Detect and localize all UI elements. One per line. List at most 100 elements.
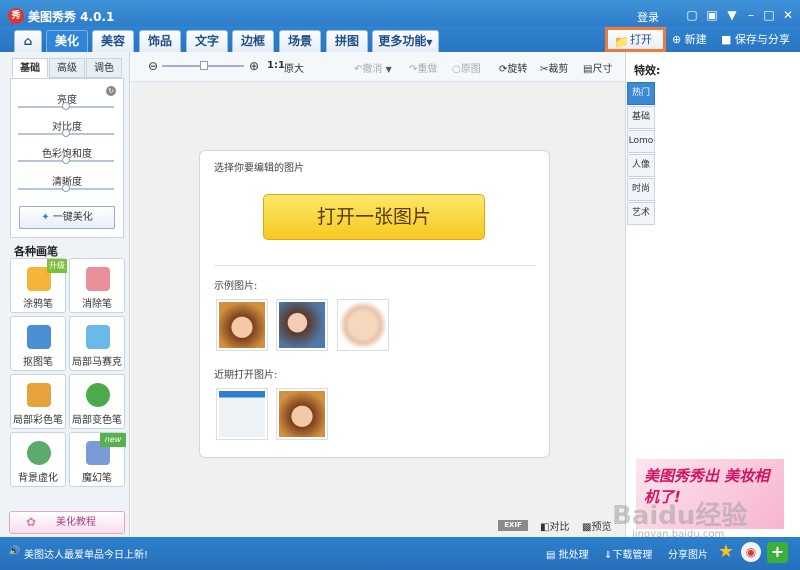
upgrade-badge: 升级 [47,259,67,273]
zoom-slider-knob[interactable] [200,61,208,70]
tab-scenes[interactable]: 场景 [279,30,321,52]
qzone-icon[interactable]: ★ [716,542,736,562]
add-icon[interactable]: + [767,542,788,563]
eraser-brush-button[interactable]: 消除笔 [69,258,125,313]
undo-dropdown-icon: ▼ [385,65,392,74]
resize-label: 尺寸 [592,64,613,75]
tutorial-label: 美化教程 [56,517,96,528]
effects-tab-basic[interactable]: 基础 [627,106,655,129]
original-label: 原图 [460,64,481,75]
crop-button[interactable]: ✂裁剪 [540,60,568,75]
tab-more-label: 更多功能 [378,34,427,48]
redo-button[interactable]: ↷重做 [409,60,437,75]
original-size-button[interactable]: 原大 [284,60,304,75]
color-brush-label: 局部彩色笔 [13,415,63,426]
save-share-button[interactable]: ■ 保存与分享 [721,31,790,49]
recent-image-1[interactable] [216,388,268,440]
exif-button[interactable]: EXIF [498,520,528,531]
sample-image-1[interactable] [216,299,268,351]
home-tab[interactable]: ⌂ [14,30,42,52]
open-image-button[interactable]: 打开一张图片 [263,194,485,240]
eraser-icon [86,267,110,291]
saturation-knob[interactable] [62,156,70,164]
rotate-button[interactable]: ⟳旋转 [499,60,527,75]
recolor-brush-button[interactable]: 局部变色笔 [69,374,125,429]
undo-button[interactable]: ↶撤消 ▼ [354,60,392,75]
news-ticker[interactable]: 美图达人最爱单品今日上新! [24,546,148,561]
effects-tab-art[interactable]: 艺术 [627,202,655,225]
close-icon[interactable]: ✕ [779,7,797,23]
tab-text[interactable]: 文字 [186,30,228,52]
sample-image-3[interactable] [337,299,389,351]
redo-label: 重做 [417,64,438,75]
blur-icon [27,441,51,465]
skin-icon[interactable]: ▣ [703,7,721,23]
preview-button[interactable]: ▩预览 [582,518,611,533]
batch-button[interactable]: ▤ 批处理 [546,546,589,561]
compare-button[interactable]: ◧对比 [540,518,569,533]
open-button[interactable]: 📁 打开 [605,27,666,52]
minimize-icon[interactable]: – [742,7,760,23]
folder-icon: 📁 [614,35,629,49]
brightness-knob[interactable] [62,102,70,110]
download-manager-button[interactable]: ⇓下载管理 [604,546,652,561]
tab-collage[interactable]: 拼图 [326,30,368,52]
sample-image-2[interactable] [276,299,328,351]
tab-frames[interactable]: 边框 [232,30,274,52]
preview-label: 预览 [591,522,612,533]
share-images-button[interactable]: 分享图片 [668,546,708,561]
effects-tab-portrait[interactable]: 人像 [627,154,655,177]
sample-images-title: 示例图片: [214,281,258,292]
card-divider [214,265,536,266]
save-share-label: 保存与分享 [734,33,790,46]
download-label: 下载管理 [612,550,653,561]
sharpness-knob[interactable] [62,184,70,192]
batch-label: 批处理 [558,550,589,561]
recolor-brush-label: 局部变色笔 [72,415,122,426]
color-brush-button[interactable]: 局部彩色笔 [10,374,66,429]
paintbrush-icon [27,383,51,407]
original-button[interactable]: ○原图 [452,60,481,75]
compare-label: 对比 [549,522,570,533]
effects-tab-hot[interactable]: 热门 [627,82,655,105]
tab-beauty[interactable]: 美容 [92,30,134,52]
login-link[interactable]: 登录 [637,9,659,25]
magic-brush-button[interactable]: new 魔幻笔 [69,432,126,487]
tab-beautify[interactable]: 美化 [46,30,88,52]
mosaic-brush-button[interactable]: 局部马赛克 [69,316,125,371]
undo-label: 撤消 [362,64,383,75]
recent-image-2[interactable] [276,388,328,440]
subtab-advanced[interactable]: 高级 [49,58,85,78]
maximize-icon[interactable]: □ [760,7,778,23]
tab-more[interactable]: 更多功能▼ [372,30,439,52]
new-button[interactable]: ⊕ 新建 [672,31,707,49]
cutout-brush-button[interactable]: 抠图笔 [10,316,66,371]
mosaic-brush-label: 局部马赛克 [72,357,122,368]
effects-tab-lomo[interactable]: Lomo [627,130,655,153]
subtab-basic[interactable]: 基础 [12,58,48,78]
cutout-pen-icon [27,325,51,349]
doodle-brush-button[interactable]: 升级 涂鸦笔 [10,258,67,313]
subtab-color[interactable]: 调色 [86,58,122,78]
zoom-in-icon[interactable]: ⊕ [249,59,259,73]
contrast-knob[interactable] [62,129,70,137]
open-button-label: 打开 [630,33,652,46]
recent-images-title: 近期打开图片: [214,370,278,381]
weibo-icon[interactable]: ◉ [741,542,761,562]
background-blur-button[interactable]: 背景虚化 [10,432,66,487]
eraser-brush-label: 消除笔 [82,299,112,310]
tab-accessories[interactable]: 饰品 [139,30,181,52]
plus-circle-icon: ⊕ [672,33,682,46]
effects-tab-fashion[interactable]: 时尚 [627,178,655,201]
zoom-out-icon[interactable]: ⊖ [148,59,158,73]
zoom-ratio[interactable]: 1:1 [267,60,285,71]
one-click-beautify-button[interactable]: ✦ 一键美化 [19,206,115,229]
speaker-icon: 🔊 [8,546,21,557]
new-badge: new [100,433,126,447]
resize-button[interactable]: ▤尺寸 [583,60,612,75]
doodle-brush-label: 涂鸦笔 [23,299,53,310]
menu-icon[interactable]: ▼ [723,7,741,23]
tutorial-button[interactable]: ✿ 美化教程 [9,511,125,534]
message-icon[interactable]: ▢ [683,7,701,23]
select-image-prompt: 选择你要编辑的图片 [214,163,304,174]
